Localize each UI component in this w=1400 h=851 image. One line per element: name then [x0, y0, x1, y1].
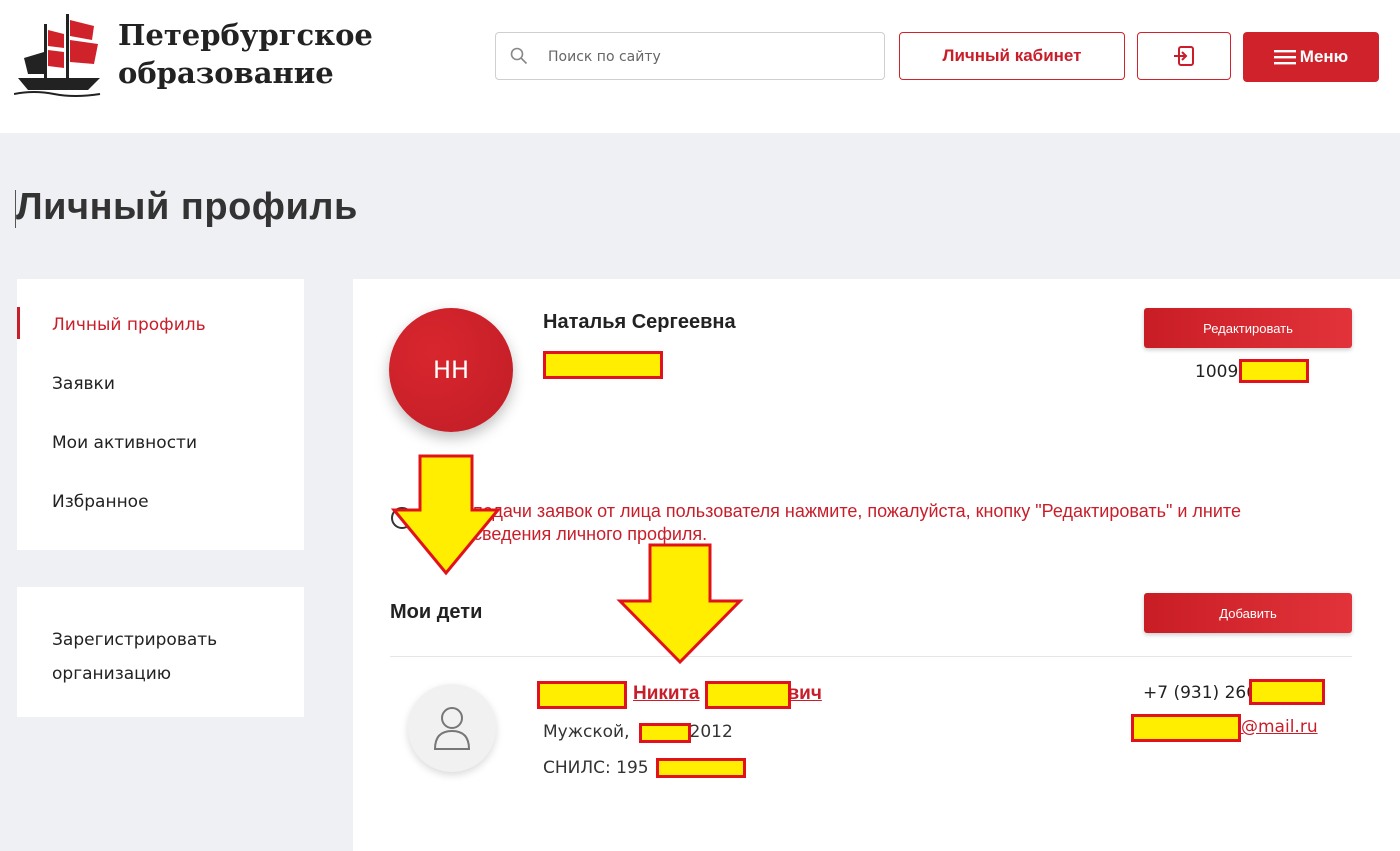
hamburger-icon — [1273, 50, 1296, 65]
profile-sidebar: Личный профиль Заявки Мои активности Изб… — [17, 279, 304, 550]
child-snils: СНИЛС: 195 — [543, 758, 649, 778]
sign-in-icon — [1174, 46, 1194, 66]
search-input[interactable] — [546, 42, 870, 72]
register-organization-panel: Зарегистрировать организацию — [17, 587, 304, 717]
redacted-child-surname — [537, 681, 627, 709]
logo-line-2: образование — [118, 56, 334, 90]
menu-label: Меню — [1299, 47, 1349, 66]
child-birth-year: 2012 — [689, 722, 733, 742]
site-header: Петербургское образование Личный кабинет… — [0, 0, 1400, 133]
profile-main-panel: НН Наталья Сергеевна Редактировать 1009 … — [353, 279, 1400, 851]
redacted-phone — [1249, 679, 1325, 705]
children-section-title: Мои дети — [390, 601, 483, 623]
user-id: 1009 — [1195, 362, 1239, 382]
child-gender: Мужской, — [543, 722, 630, 742]
profile-warning: подачи заявок от лица пользователя нажми… — [473, 501, 1241, 544]
redacted-surname — [543, 351, 663, 379]
sidebar-item-favorites[interactable]: Избранное — [52, 492, 149, 512]
ship-logo-icon[interactable] — [14, 12, 104, 98]
login-button[interactable] — [1137, 32, 1231, 80]
user-name: Наталья Сергеевна — [543, 311, 736, 333]
child-patronymic-tail: вич — [787, 683, 822, 704]
child-avatar — [408, 684, 496, 772]
logo-line-1: Петербургское — [118, 18, 373, 52]
active-indicator — [17, 307, 20, 339]
user-avatar: НН — [389, 308, 513, 432]
edit-profile-button[interactable]: Редактировать — [1144, 308, 1352, 348]
child-phone: +7 (931) 266 — [1143, 683, 1258, 703]
register-organization-link[interactable]: Зарегистрировать организацию — [52, 623, 272, 691]
redacted-child-patronymic — [705, 681, 791, 709]
add-child-button[interactable]: Добавить — [1144, 593, 1352, 633]
child-first-name: Никита — [633, 683, 700, 704]
redacted-birth-date — [639, 723, 691, 743]
info-icon — [391, 507, 413, 529]
redacted-snils — [656, 758, 746, 778]
sidebar-item-applications[interactable]: Заявки — [52, 374, 115, 394]
menu-button[interactable]: Меню — [1243, 32, 1379, 82]
child-email[interactable]: @mail.ru — [1241, 717, 1318, 737]
search-box — [495, 32, 885, 80]
redacted-email — [1131, 714, 1241, 742]
sidebar-item-activities[interactable]: Мои активности — [52, 433, 197, 453]
user-icon — [433, 707, 471, 750]
sidebar-item-profile[interactable]: Личный профиль — [52, 315, 206, 335]
redacted-user-id — [1239, 359, 1309, 383]
search-icon — [510, 47, 528, 65]
children-divider — [390, 656, 1352, 657]
personal-cabinet-button[interactable]: Личный кабинет — [899, 32, 1125, 80]
page-title: Личный профиль — [16, 186, 358, 228]
child-gender-birth: Мужской, 2012 — [543, 722, 733, 742]
site-logo-text[interactable]: Петербургское образование — [118, 16, 373, 92]
